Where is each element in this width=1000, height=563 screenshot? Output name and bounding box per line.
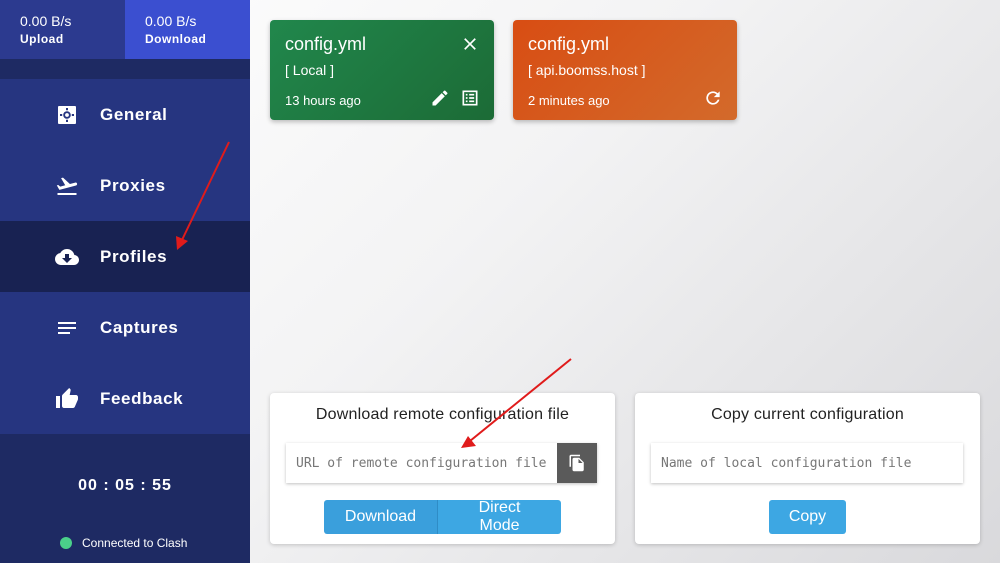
view-list-icon[interactable] xyxy=(460,88,480,108)
profile-name: config.yml xyxy=(528,34,610,54)
plane-icon xyxy=(53,172,81,200)
sidebar-item-general[interactable]: General xyxy=(0,79,250,150)
sidebar-item-captures[interactable]: Captures xyxy=(0,292,250,363)
status-dot-icon xyxy=(60,537,72,549)
paste-icon xyxy=(568,454,586,472)
direct-mode-button[interactable]: Direct Mode xyxy=(437,499,561,534)
profile-name: config.yml xyxy=(285,34,367,54)
upload-speed-label: Upload xyxy=(20,32,64,46)
local-config-name-input[interactable] xyxy=(651,443,963,483)
download-speed-label: Download xyxy=(145,32,207,46)
connection-status-text: Connected to Clash xyxy=(82,536,188,550)
download-button[interactable]: Download xyxy=(324,500,437,534)
profile-source: [ Local ] xyxy=(285,62,335,78)
panel-title: Download remote configuration file xyxy=(315,406,570,423)
panel-title: Copy current configuration xyxy=(711,406,904,423)
speed-indicator: 0.00 B/s Upload 0.00 B/s Download xyxy=(0,0,250,59)
sidebar-item-label: Profiles xyxy=(100,246,168,266)
sidebar-nav: General Proxies Profiles Captures Feedba… xyxy=(0,79,250,434)
copy-config-panel: Copy current configuration Copy xyxy=(635,393,980,544)
close-icon[interactable] xyxy=(460,34,480,54)
profile-source: [ api.boomss.host ] xyxy=(528,62,646,78)
connection-status: Connected to Clash xyxy=(60,536,187,550)
profile-card-local[interactable]: config.yml [ Local ] 13 hours ago xyxy=(270,20,494,120)
download-speed-value: 0.00 B/s xyxy=(145,13,197,29)
sidebar-item-proxies[interactable]: Proxies xyxy=(0,150,250,221)
list-icon xyxy=(53,314,81,342)
sidebar-item-feedback[interactable]: Feedback xyxy=(0,363,250,434)
sidebar-item-label: General xyxy=(100,104,168,124)
remote-url-input[interactable] xyxy=(286,443,557,483)
thumbs-up-icon xyxy=(53,385,81,413)
sidebar-item-label: Captures xyxy=(100,317,179,337)
profile-card-remote[interactable]: config.yml [ api.boomss.host ] 2 minutes… xyxy=(513,20,737,120)
profile-updated-time: 2 minutes ago xyxy=(528,93,610,108)
edit-icon[interactable] xyxy=(430,88,450,108)
upload-speed-value: 0.00 B/s xyxy=(20,13,72,29)
uptime-timer: 00 : 05 : 55 xyxy=(78,477,172,494)
upload-speed: 0.00 B/s Upload xyxy=(0,0,125,59)
cloud-download-icon xyxy=(53,243,81,271)
gear-icon xyxy=(53,101,81,129)
sidebar-item-profiles[interactable]: Profiles xyxy=(0,221,250,292)
copy-button[interactable]: Copy xyxy=(769,500,846,534)
sidebar-item-label: Feedback xyxy=(100,388,184,408)
download-speed: 0.00 B/s Download xyxy=(125,0,250,59)
download-remote-panel: Download remote configuration file Downl… xyxy=(270,393,615,544)
sidebar-item-label: Proxies xyxy=(100,175,166,195)
sidebar: 0.00 B/s Upload 0.00 B/s Download Genera… xyxy=(0,0,250,563)
paste-button[interactable] xyxy=(557,443,597,483)
profile-updated-time: 13 hours ago xyxy=(285,93,361,108)
refresh-icon[interactable] xyxy=(703,88,723,108)
